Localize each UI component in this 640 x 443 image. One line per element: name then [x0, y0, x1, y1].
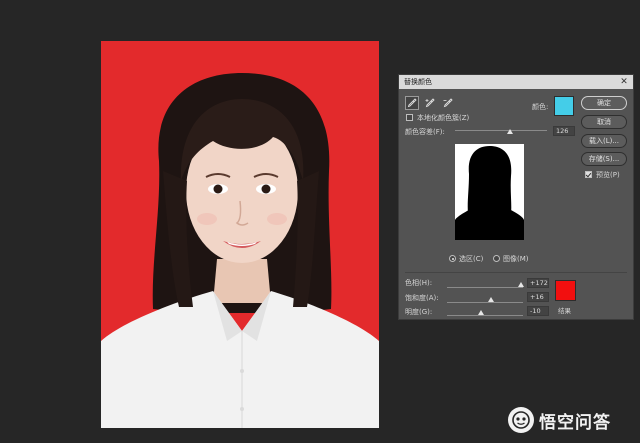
- result-color-swatch[interactable]: [555, 280, 576, 301]
- eyedropper-minus-icon: [443, 98, 453, 108]
- saturation-slider-thumb[interactable]: [488, 297, 495, 302]
- fuzziness-value[interactable]: 126: [553, 126, 575, 136]
- hue-slider[interactable]: [447, 287, 523, 288]
- fuzziness-slider-thumb[interactable]: [507, 129, 514, 134]
- fuzziness-slider[interactable]: [455, 130, 547, 131]
- lightness-value[interactable]: -10: [527, 306, 549, 316]
- eyedropper-plus-tool[interactable]: [423, 96, 437, 110]
- fuzziness-label: 颜色容差(F):: [405, 128, 445, 136]
- saturation-value[interactable]: +16: [527, 292, 549, 302]
- save-button[interactable]: 存储(S)...: [581, 152, 627, 166]
- lightness-slider-thumb[interactable]: [478, 310, 485, 315]
- dialog-titlebar[interactable]: 替换颜色 ✕: [399, 75, 633, 89]
- localized-clusters-label: 本地化颜色簇(Z): [417, 114, 470, 122]
- color-label: 颜色:: [532, 103, 549, 111]
- watermark: 悟空问答: [508, 406, 611, 434]
- lightness-label: 明度(G):: [405, 308, 433, 316]
- eyedropper-tool[interactable]: [405, 96, 419, 110]
- replace-color-dialog: 替换颜色 ✕ 颜色: 本地化颜色簇(Z) 颜色容差(F): 126 选区(C) …: [398, 74, 634, 320]
- portrait-image: [101, 41, 379, 428]
- load-button[interactable]: 载入(L)...: [581, 134, 627, 148]
- ok-button[interactable]: 确定: [581, 96, 627, 110]
- result-label: 结果: [558, 307, 571, 315]
- localized-clusters-checkbox[interactable]: [406, 114, 413, 121]
- cancel-button[interactable]: 取消: [581, 115, 627, 129]
- saturation-slider[interactable]: [447, 302, 523, 303]
- wukong-logo-icon: [508, 407, 534, 433]
- selection-radio[interactable]: [449, 255, 456, 262]
- preview-checkbox[interactable]: [585, 171, 592, 178]
- lightness-slider[interactable]: [447, 315, 523, 316]
- watermark-text: 悟空问答: [539, 412, 611, 433]
- selected-color-swatch[interactable]: [554, 96, 574, 116]
- eyedropper-icon: [407, 98, 417, 108]
- hue-label: 色相(H):: [405, 279, 433, 287]
- selection-radio-label: 选区(C): [459, 255, 484, 263]
- image-radio[interactable]: [493, 255, 500, 262]
- hue-value[interactable]: +172: [527, 278, 549, 288]
- photo-canvas[interactable]: [101, 41, 379, 428]
- section-divider: [405, 272, 627, 273]
- eyedropper-minus-tool[interactable]: [441, 96, 455, 110]
- image-radio-label: 图像(M): [503, 255, 529, 263]
- selection-preview: [455, 144, 524, 240]
- mask-thumbnail: [455, 144, 524, 240]
- close-icon[interactable]: ✕: [619, 75, 629, 89]
- eyedropper-plus-icon: [425, 98, 435, 108]
- dialog-title: 替换颜色: [404, 78, 432, 86]
- preview-label: 预览(P): [596, 171, 620, 179]
- hue-slider-thumb[interactable]: [518, 282, 525, 287]
- saturation-label: 饱和度(A):: [405, 294, 439, 302]
